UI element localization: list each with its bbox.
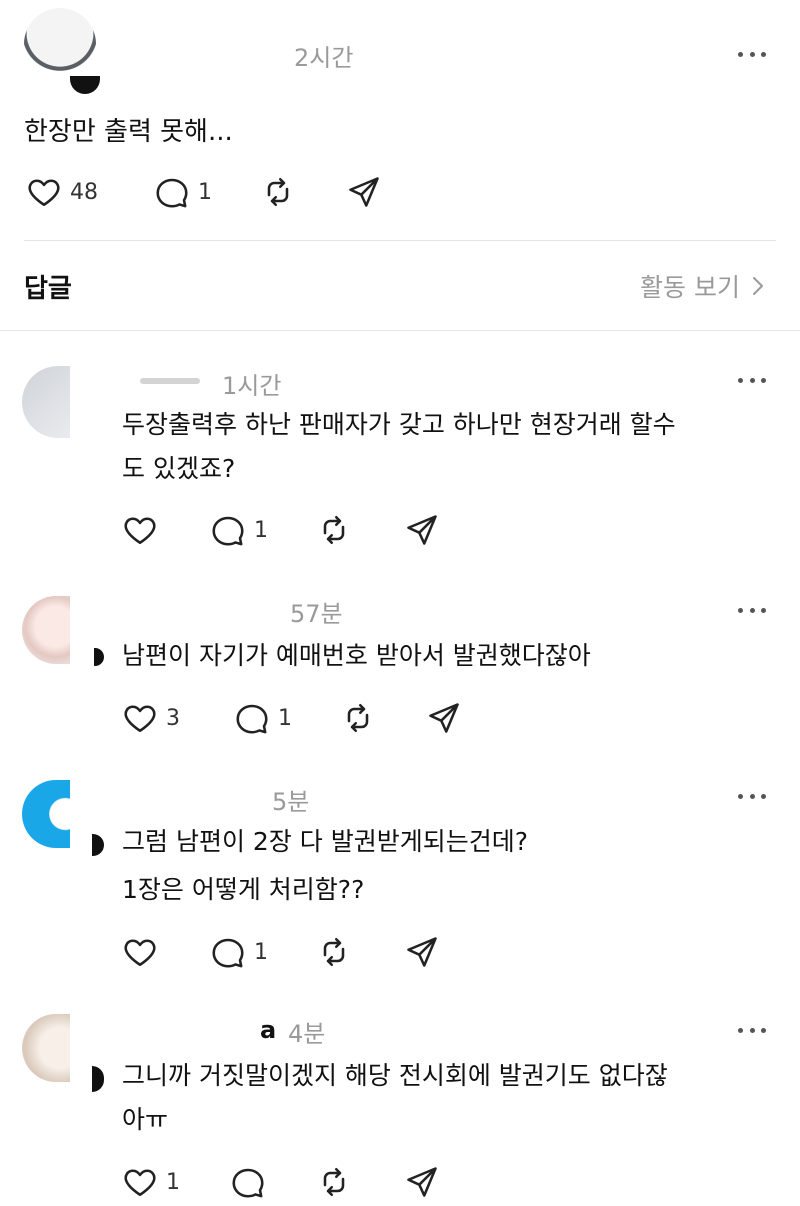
heart-icon [124,939,156,967]
comment-3-share-button[interactable] [404,934,440,970]
comment-3-repost-button[interactable] [316,934,352,970]
comment-bubble-icon [232,1168,264,1198]
chevron-right-icon [753,277,763,295]
comment-1-time: 1시간 [222,372,282,400]
comment-1-username-smudge [140,378,200,384]
comment-4-text-line-2: 아ㅠ [122,1105,169,1134]
comment-3-more-icon[interactable] [738,792,766,800]
repost-icon [267,177,289,207]
comment-1-more-icon[interactable] [738,376,766,384]
comment-1-like-button[interactable] [122,512,158,548]
comment-3-reply-count: 1 [254,939,268,965]
comment-3-like-button[interactable] [122,934,158,970]
comment-4-like-button[interactable]: 1 [122,1164,180,1200]
comment-4-time: 4분 [288,1020,326,1048]
comment-bubble-icon [156,178,188,208]
send-icon [407,1167,437,1197]
comment-2-share-button[interactable] [426,700,462,736]
post-divider [24,240,776,241]
comment-2-reply-count: 1 [278,705,292,731]
comment-bubble-icon [212,516,244,546]
comment-2-avatar-badge [94,648,104,666]
post-share-button[interactable] [346,174,382,210]
comment-3-time: 5분 [272,788,310,816]
comment-1-text-line-2: 도 있겠죠? [122,454,236,483]
send-icon [407,515,437,545]
activity-link-label: 활동 보기 [640,273,740,302]
repost-icon [323,937,345,967]
comment-1-reply-button[interactable]: 1 [210,512,268,548]
repost-icon [323,1167,345,1197]
post-time: 2시간 [294,44,354,72]
comment-1-avatar[interactable] [22,366,70,438]
comment-2-more-icon[interactable] [738,606,766,614]
comment-3-avatar[interactable] [22,780,70,848]
comment-2-reply-button[interactable]: 1 [234,700,292,736]
comment-2-text-line-1: 남편이 자기가 예매번호 받아서 발권했다잖아 [122,641,591,670]
comment-4-text-line-1: 그니까 거짓말이겠지 해당 전시회에 발권기도 없다잖 [122,1061,668,1090]
comment-2-avatar[interactable] [22,596,70,664]
comment-3-reply-button[interactable]: 1 [210,934,268,970]
heart-icon [124,517,156,545]
comment-4-username-fragment[interactable]: a [260,1016,276,1044]
post-reply-count: 1 [198,179,212,205]
activity-link[interactable]: 활동 보기 [640,268,766,304]
header-divider [0,330,800,331]
replies-title: 답글 [24,274,72,304]
comment-3-text-line-2: 1장은 어떻게 처리함?? [122,875,365,904]
post-reply-button[interactable]: 1 [154,174,212,210]
comment-4-more-icon[interactable] [738,1026,766,1034]
comment-4-reply-button[interactable] [230,1164,266,1200]
comment-2-time: 57분 [290,600,343,628]
post-like-count: 48 [70,179,98,205]
comment-3-avatar-badge [92,834,104,856]
comment-3-text-line-1: 그럼 남편이 2장 다 발권받게되는건데? [122,827,528,856]
repost-icon [323,515,345,545]
comment-4-like-count: 1 [166,1169,180,1195]
post-more-icon[interactable] [738,50,766,58]
comment-1-reply-count: 1 [254,517,268,543]
heart-icon [28,179,60,207]
comment-2-like-count: 3 [166,705,180,731]
comment-1-text-line-1: 두장출력후 하난 판매자가 갖고 하나만 현장거래 할수 [122,410,676,439]
comment-bubble-icon [236,704,268,734]
post-like-button[interactable]: 48 [26,174,98,210]
comment-4-repost-button[interactable] [316,1164,352,1200]
comment-1-share-button[interactable] [404,512,440,548]
comment-4-share-button[interactable] [404,1164,440,1200]
send-icon [429,703,459,733]
send-icon [349,177,379,207]
repost-icon [347,703,369,733]
comment-2-like-button[interactable]: 3 [122,700,180,736]
send-icon [407,937,437,967]
comment-4-avatar[interactable] [22,1014,70,1082]
post-text: 한장만 출력 못해... [24,117,233,147]
heart-icon [124,1169,156,1197]
comment-2-repost-button[interactable] [340,700,376,736]
comment-bubble-icon [212,938,244,968]
heart-icon [124,705,156,733]
comment-4-avatar-badge [92,1066,104,1092]
comment-1-repost-button[interactable] [316,512,352,548]
post-avatar-badge [70,76,100,94]
post-repost-button[interactable] [260,174,296,210]
